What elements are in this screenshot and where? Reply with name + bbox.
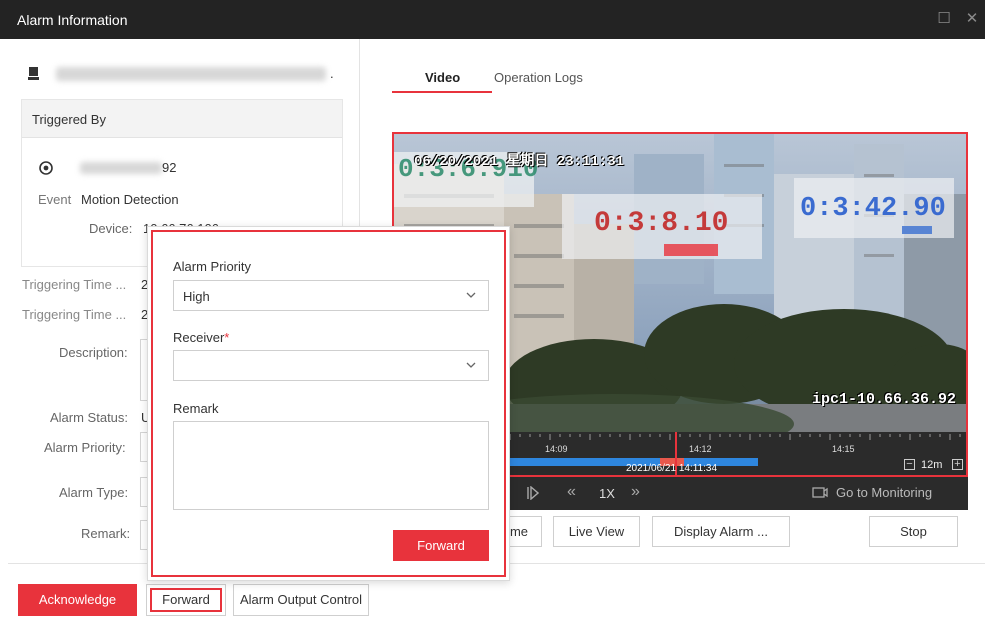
event-value: Motion Detection xyxy=(81,192,179,207)
reflected-timer-3: 0:3:42.90 xyxy=(800,194,946,224)
acknowledge-button[interactable]: Acknowledge xyxy=(18,584,137,616)
popup-remark-label: Remark xyxy=(173,401,219,416)
reflected-timer-2: 0:3:8.10 xyxy=(594,208,729,239)
event-label: Event xyxy=(38,192,72,207)
stop-button[interactable]: Stop xyxy=(869,516,958,547)
playback-controls: « 1X » Go to Monitoring xyxy=(510,477,968,510)
device-icon xyxy=(28,67,39,80)
forward-button[interactable]: Forward xyxy=(150,588,222,612)
popup-receiver-label: Receiver* xyxy=(173,330,229,345)
monitor-icon[interactable] xyxy=(812,487,828,499)
forward-button-wrapper[interactable]: Forward xyxy=(146,584,226,616)
forward-popup: Alarm Priority High Receiver* Remark For… xyxy=(147,226,510,581)
display-alarm-button[interactable]: Display Alarm ... xyxy=(652,516,790,547)
zoom-in-icon[interactable]: + xyxy=(952,459,963,470)
alarm-output-control-button[interactable]: Alarm Output Control xyxy=(233,584,369,616)
title-bar: Alarm Information ☐ ✕ xyxy=(0,0,985,39)
video-camera-label: ipc1-10.66.36.92 xyxy=(812,391,957,408)
tab-operation-logs[interactable]: Operation Logs xyxy=(494,70,583,85)
remark-label: Remark: xyxy=(81,526,131,541)
required-asterisk: * xyxy=(224,330,230,345)
timeline-current-time: 2021/06/21 14:11:34 xyxy=(626,463,718,474)
window-title: Alarm Information xyxy=(17,12,128,28)
video-osd-datetime: 06/20/2021 星期日 23:11:31 xyxy=(414,154,625,170)
popup-forward-button[interactable]: Forward xyxy=(393,530,489,561)
popup-alarm-priority-label: Alarm Priority xyxy=(173,259,252,274)
source-name-redacted xyxy=(80,162,162,174)
popup-alarm-priority-select[interactable]: High xyxy=(173,280,489,311)
frame-step-icon[interactable] xyxy=(527,486,539,500)
tab-active-indicator xyxy=(392,91,492,93)
device-name-redacted xyxy=(56,67,326,81)
device-label: Device: xyxy=(89,221,133,236)
tab-video[interactable]: Video xyxy=(425,70,460,85)
playback-timeline[interactable]: 14:09 14:12 14:15 2021/06/21 14:11:34 − … xyxy=(510,432,966,475)
chevron-down-icon xyxy=(466,292,476,298)
timeline-tick-label-1: 14:09 xyxy=(545,444,568,454)
chevron-down-icon xyxy=(466,362,476,368)
popup-receiver-select[interactable] xyxy=(173,350,489,381)
playback-speed: 1X xyxy=(599,486,615,501)
alarm-priority-label: Alarm Priority: xyxy=(44,440,126,455)
alarm-type-label: Alarm Type: xyxy=(59,485,129,500)
timeline-ticks xyxy=(510,432,961,475)
camera-source-icon xyxy=(39,161,53,175)
close-icon[interactable]: ✕ xyxy=(962,9,982,29)
forward-popup-highlight: Alarm Priority High Receiver* Remark For… xyxy=(151,230,506,577)
timeline-tick-label-2: 14:12 xyxy=(689,444,712,454)
zoom-out-icon[interactable]: − xyxy=(904,459,915,470)
triggering-time-label-2: Triggering Time ... xyxy=(22,307,127,322)
speed-up-icon[interactable]: » xyxy=(631,483,640,501)
triggering-time-label-1: Triggering Time ... xyxy=(22,277,127,292)
source-name-suffix: 92 xyxy=(162,160,177,175)
description-label: Description: xyxy=(59,345,128,360)
live-view-button[interactable]: Live View xyxy=(553,516,640,547)
popup-alarm-priority-value: High xyxy=(183,289,210,304)
alarm-information-window: Alarm Information ☐ ✕ . Triggered By 92 … xyxy=(0,0,985,623)
maximize-icon[interactable]: ☐ xyxy=(934,9,954,29)
popup-receiver-label-text: Receiver xyxy=(173,330,225,345)
triggered-by-header: Triggered By xyxy=(22,100,342,138)
alarm-status-label: Alarm Status: xyxy=(50,410,129,425)
go-to-monitoring-link[interactable]: Go to Monitoring xyxy=(836,485,932,500)
timeline-tick-label-3: 14:15 xyxy=(832,444,855,454)
timeline-zoom-level: 12m xyxy=(921,459,943,471)
slow-down-icon[interactable]: « xyxy=(567,483,576,501)
device-name-ellipsis: . xyxy=(330,66,334,81)
popup-remark-textarea[interactable] xyxy=(173,421,489,510)
